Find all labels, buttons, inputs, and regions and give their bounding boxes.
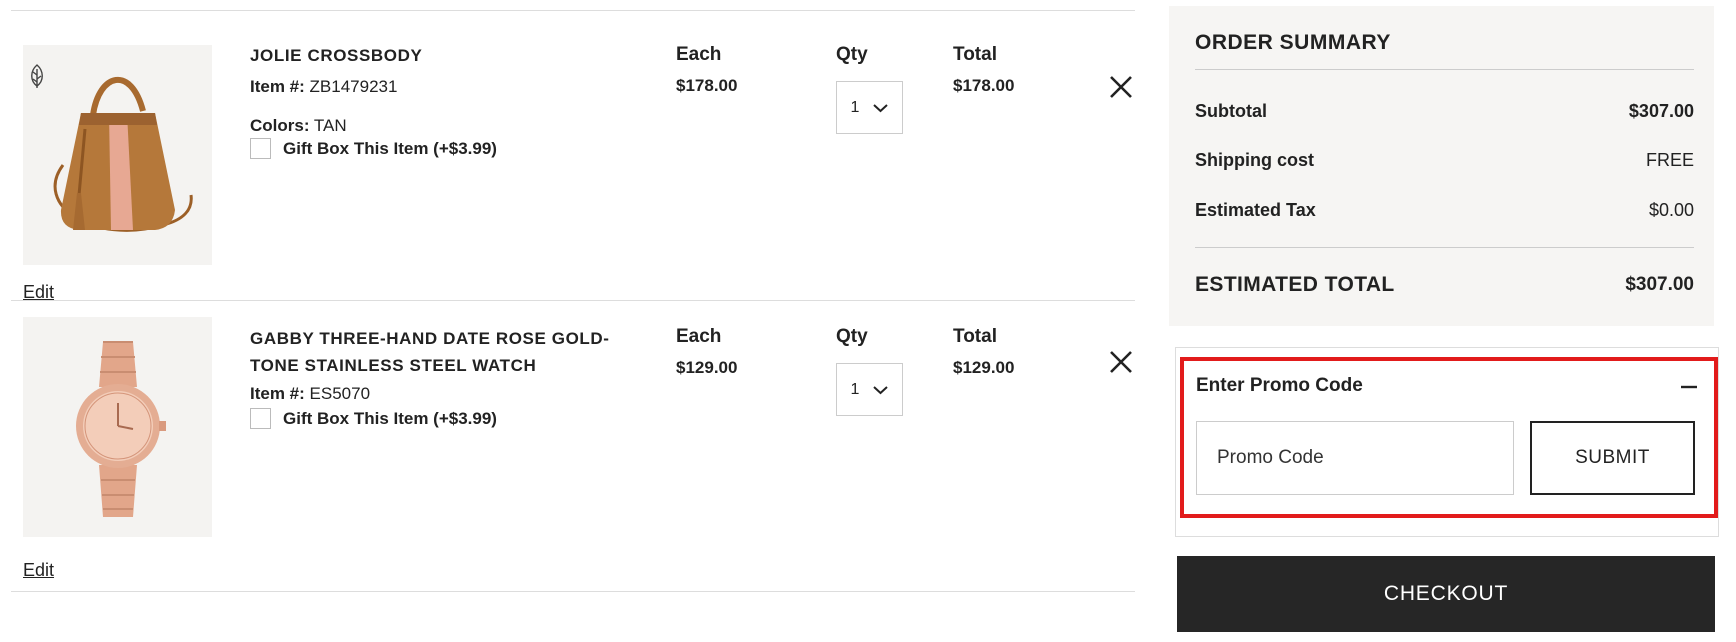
estimated-total-label: ESTIMATED TOTAL [1195,273,1395,296]
gift-box-label: Gift Box This Item (+$3.99) [283,138,497,158]
close-icon [1110,76,1132,98]
tax-row: Estimated Tax $0.00 [1195,200,1694,221]
remove-item-button[interactable] [1108,74,1134,100]
cart-item: Edit JOLIE CROSSBODY Item #: ZB1479231 C… [11,10,1135,302]
crossbody-bag-image [23,45,212,265]
item-color-value: TAN [313,116,347,135]
gift-box-label: Gift Box This Item (+$3.99) [283,408,497,428]
shipping-row: Shipping cost FREE [1195,150,1694,171]
each-price: $129.00 [676,358,738,377]
product-name[interactable]: JOLIE CROSSBODY [250,42,620,69]
product-name-line: TONE STAINLESS STEEL WATCH [250,356,537,375]
product-image-crossbody[interactable] [23,45,212,265]
quantity-select[interactable]: 1 [836,363,903,416]
item-number: Item #: ES5070 [250,384,370,404]
gift-box-checkbox[interactable] [250,408,271,429]
edit-link[interactable]: Edit [23,560,54,581]
shipping-label: Shipping cost [1195,150,1314,170]
item-number-label: Item #: [250,384,305,403]
item-number-label: Item #: [250,77,305,96]
total-price: $129.00 [953,358,1015,377]
each-price: $178.00 [676,76,738,95]
quantity-value: 1 [850,380,860,398]
tax-label: Estimated Tax [1195,200,1316,220]
item-number-value: ES5070 [309,384,371,403]
each-header: Each [676,326,722,347]
promo-code-title[interactable]: Enter Promo Code [1196,375,1363,397]
item-number-value: ZB1479231 [309,77,398,96]
gift-box-checkbox[interactable] [250,138,271,159]
order-summary: ORDER SUMMARY Subtotal $307.00 Shipping … [1169,6,1714,326]
shipping-value: FREE [1645,150,1694,170]
gift-box-option[interactable]: Gift Box This Item (+$3.99) [250,138,497,159]
gift-box-option[interactable]: Gift Box This Item (+$3.99) [250,408,497,429]
subtotal-label: Subtotal [1195,101,1267,121]
product-image-watch[interactable] [23,317,212,537]
total-header: Total [953,44,997,65]
item-number: Item #: ZB1479231 [250,77,397,97]
estimated-total-value: $307.00 [1625,274,1694,295]
checkout-button[interactable]: CHECKOUT [1177,556,1715,632]
total-header: Total [953,326,997,347]
close-icon [1110,351,1132,373]
product-name[interactable]: GABBY THREE-HAND DATE ROSE GOLD- TONE ST… [250,325,620,379]
remove-item-button[interactable] [1108,349,1134,375]
promo-code-input[interactable] [1196,421,1514,495]
minus-icon [1681,385,1697,389]
quantity-value: 1 [850,98,860,116]
subtotal-row: Subtotal $307.00 [1195,101,1694,122]
item-color-label: Colors: [250,116,310,135]
quantity-select[interactable]: 1 [836,81,903,134]
qty-header: Qty [836,44,868,65]
product-name-line: GABBY THREE-HAND DATE ROSE GOLD- [250,329,610,348]
estimated-total-row: ESTIMATED TOTAL $307.00 [1195,270,1694,300]
promo-collapse-toggle[interactable] [1680,378,1698,396]
tax-value: $0.00 [1648,200,1694,220]
submit-promo-button[interactable]: SUBMIT [1530,421,1695,495]
each-header: Each [676,44,722,65]
order-summary-title: ORDER SUMMARY [1195,31,1391,54]
chevron-down-icon [873,103,889,112]
divider [1195,69,1694,70]
item-color: Colors: TAN [250,116,347,136]
cart-item: Edit GABBY THREE-HAND DATE ROSE GOLD- TO… [11,300,1135,592]
total-price: $178.00 [953,76,1015,95]
qty-header: Qty [836,326,868,347]
chevron-down-icon [873,385,889,394]
watch-image [23,317,212,537]
divider [1195,247,1694,248]
subtotal-value: $307.00 [1628,101,1694,121]
